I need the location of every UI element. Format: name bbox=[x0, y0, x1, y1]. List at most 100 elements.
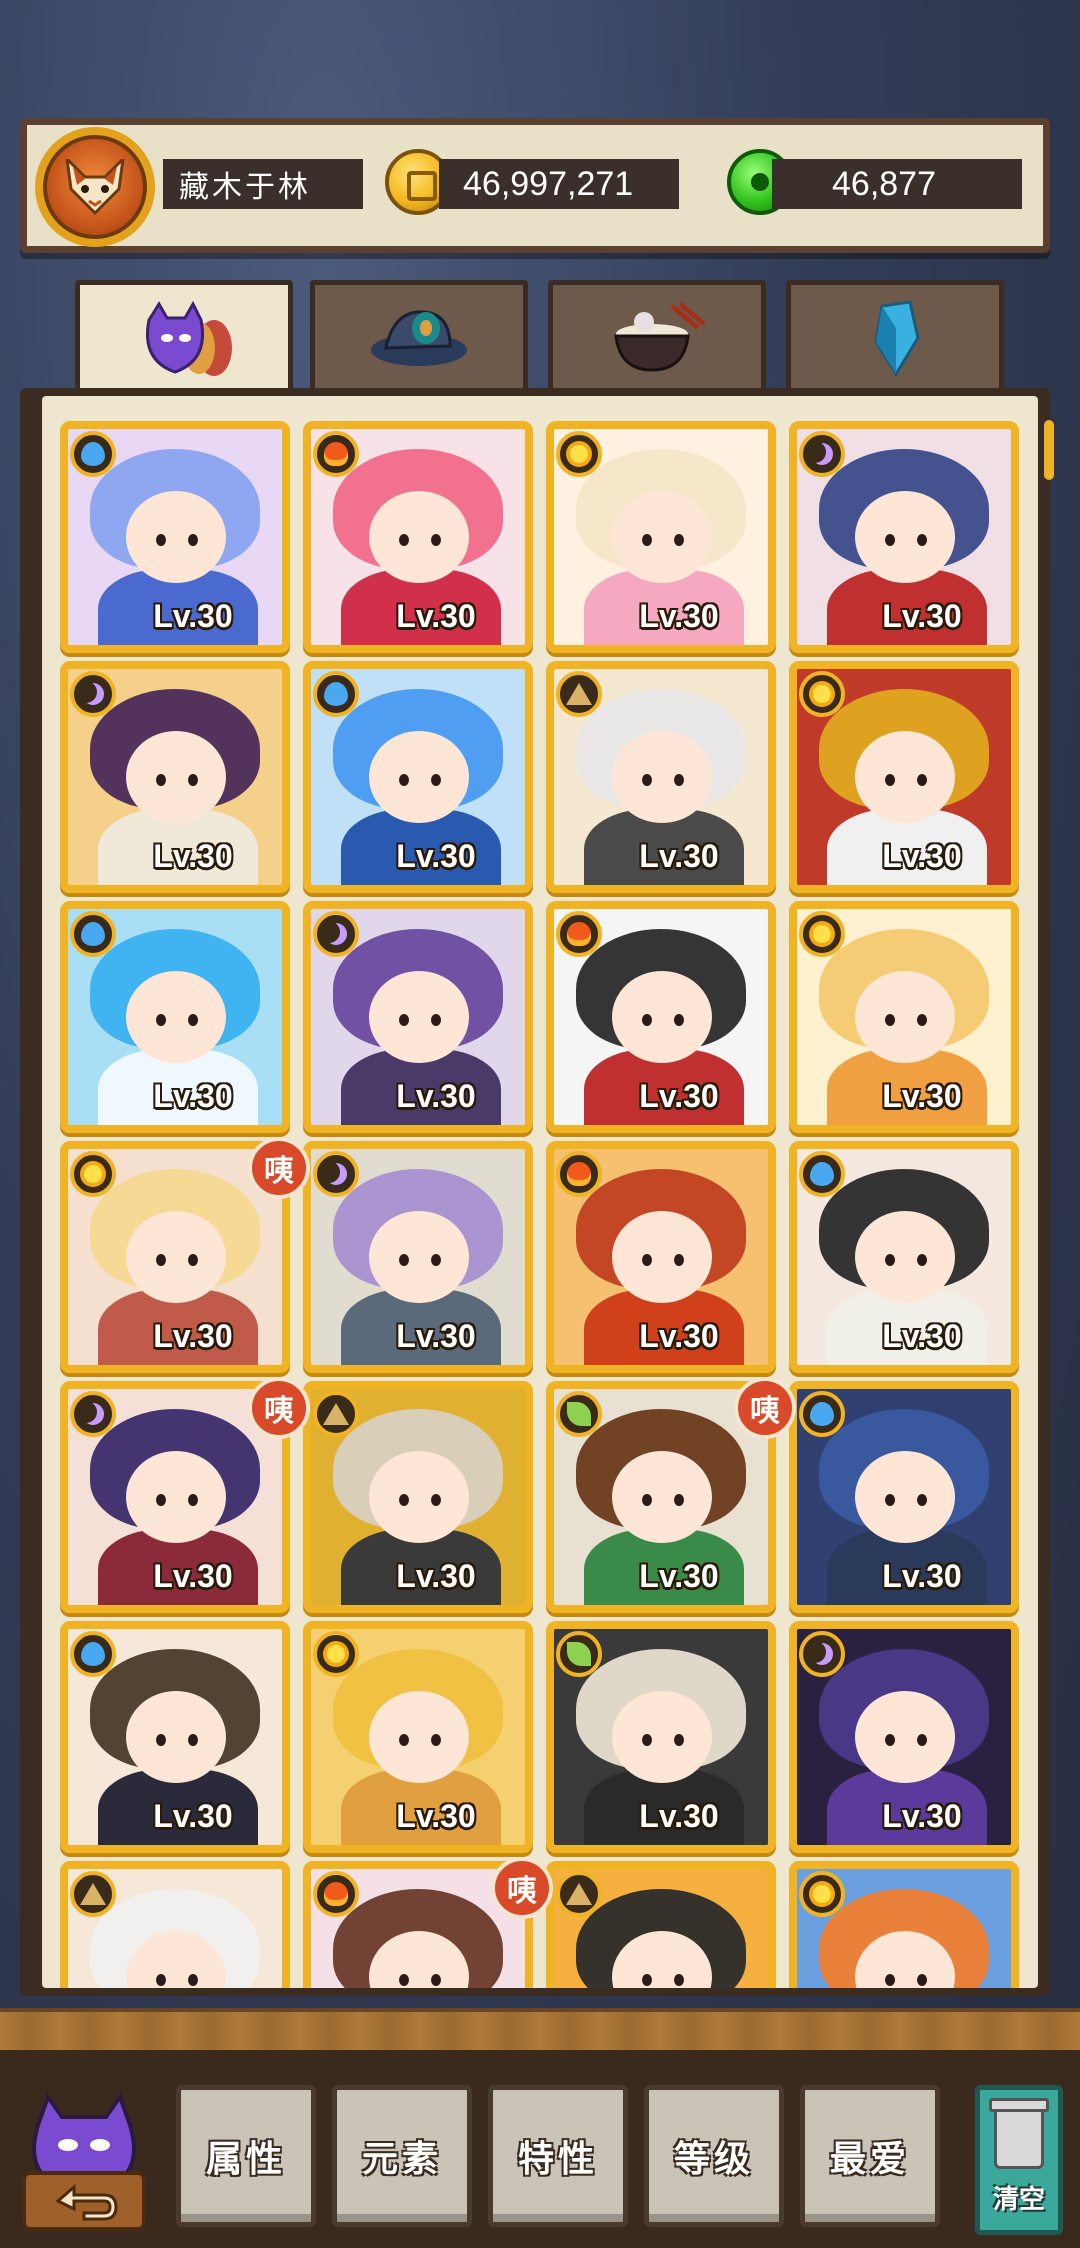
hero-eye bbox=[188, 534, 198, 546]
hero-eye bbox=[156, 1254, 166, 1266]
hero-card[interactable]: Lv.30 bbox=[789, 1861, 1019, 1988]
hero-eye bbox=[674, 1254, 684, 1266]
hero-level: Lv.30 bbox=[396, 1078, 476, 1114]
hero-card[interactable]: Lv.30 bbox=[546, 661, 776, 893]
hero-card[interactable]: Lv.30 bbox=[303, 1621, 533, 1853]
hero-face bbox=[126, 491, 226, 583]
hero-eye bbox=[917, 534, 927, 546]
hero-card[interactable]: Lv.30 bbox=[789, 1381, 1019, 1613]
element-light-icon bbox=[70, 1151, 116, 1197]
fire-glyph bbox=[324, 1882, 348, 1906]
hero-card[interactable]: Lv.30 bbox=[789, 1141, 1019, 1373]
clear-button[interactable]: 清空 bbox=[975, 2085, 1063, 2235]
hero-card[interactable]: Lv.30 bbox=[60, 1621, 290, 1853]
hero-card[interactable]: Lv.30 bbox=[60, 661, 290, 893]
hero-level: Lv.30 bbox=[153, 1558, 233, 1594]
fire-glyph bbox=[567, 922, 591, 946]
hero-face bbox=[369, 731, 469, 823]
hero-level: Lv.30 bbox=[639, 1558, 719, 1594]
tab-crystals[interactable] bbox=[786, 280, 1004, 390]
tab-heroes[interactable] bbox=[75, 280, 293, 395]
hero-card[interactable]: Lv.30 bbox=[789, 421, 1019, 653]
hero-card[interactable]: Lv.30 bbox=[303, 1381, 533, 1613]
hero-card[interactable]: Lv.30 bbox=[303, 1141, 533, 1373]
new-hero-badge: 咦 bbox=[491, 1857, 553, 1919]
element-fire-icon bbox=[556, 1151, 602, 1197]
hero-level: Lv.30 bbox=[153, 1318, 233, 1354]
fire-glyph bbox=[567, 1162, 591, 1186]
player-avatar[interactable] bbox=[35, 127, 155, 247]
tab-food[interactable] bbox=[548, 280, 766, 390]
light-glyph bbox=[327, 1645, 345, 1663]
hero-eye bbox=[156, 1494, 166, 1506]
hero-level: Lv.30 bbox=[639, 838, 719, 874]
hero-eye bbox=[917, 1734, 927, 1746]
light-glyph bbox=[84, 1165, 102, 1183]
jade-amount: 46,877 bbox=[772, 159, 1022, 209]
hero-card[interactable]: Lv.30 bbox=[60, 421, 290, 653]
hero-eye bbox=[674, 774, 684, 786]
hero-card[interactable]: Lv.30 bbox=[546, 1621, 776, 1853]
filter-attribute-button[interactable]: 属性 bbox=[176, 2085, 316, 2227]
back-button[interactable] bbox=[18, 2085, 150, 2233]
hero-level: Lv.30 bbox=[639, 598, 719, 634]
hero-eye bbox=[156, 1974, 166, 1986]
filter-trait-button[interactable]: 特性 bbox=[488, 2085, 628, 2227]
hero-eye bbox=[156, 1734, 166, 1746]
hero-card[interactable]: Lv.30 bbox=[546, 1861, 776, 1988]
hero-eye bbox=[431, 1494, 441, 1506]
water-glyph bbox=[81, 1642, 105, 1666]
hero-card[interactable]: Lv.30 bbox=[303, 901, 533, 1133]
filter-favorite-button[interactable]: 最爱 bbox=[800, 2085, 940, 2227]
hero-level: Lv.30 bbox=[639, 1798, 719, 1834]
hero-face bbox=[126, 1451, 226, 1543]
filter-level-button[interactable]: 等级 bbox=[644, 2085, 784, 2227]
hat-icon bbox=[371, 309, 467, 366]
tab-equipment[interactable] bbox=[310, 280, 528, 390]
hero-card[interactable]: Lv.30 bbox=[546, 901, 776, 1133]
dark-glyph bbox=[82, 683, 104, 705]
hero-eye bbox=[885, 1014, 895, 1026]
filter-element-button[interactable]: 元素 bbox=[332, 2085, 472, 2227]
hero-eye bbox=[431, 1974, 441, 1986]
hero-eye bbox=[156, 1014, 166, 1026]
hero-face bbox=[369, 1451, 469, 1543]
light-glyph bbox=[813, 925, 831, 943]
hero-eye bbox=[188, 774, 198, 786]
hero-face bbox=[369, 971, 469, 1063]
hero-face bbox=[855, 971, 955, 1063]
hero-card[interactable]: Lv.30 bbox=[60, 1861, 290, 1988]
element-earth-icon bbox=[556, 671, 602, 717]
hero-eye bbox=[431, 774, 441, 786]
hero-card[interactable]: Lv.30 bbox=[789, 1621, 1019, 1853]
wood-glyph bbox=[567, 1642, 591, 1666]
hero-level: Lv.30 bbox=[153, 838, 233, 874]
earth-glyph bbox=[80, 1883, 106, 1905]
hero-eye bbox=[431, 1734, 441, 1746]
hero-card[interactable]: Lv.30 bbox=[546, 1141, 776, 1373]
hero-face bbox=[612, 1691, 712, 1783]
hero-face bbox=[369, 491, 469, 583]
hero-face bbox=[855, 1211, 955, 1303]
hero-face bbox=[126, 1691, 226, 1783]
dark-glyph bbox=[325, 1163, 347, 1185]
hero-grid-container[interactable]: Lv.30 Lv.30 Lv.30 Lv.30 Lv.30 Lv.30 Lv.30 Lv.30… bbox=[42, 396, 1038, 1988]
hero-card[interactable]: Lv.30 bbox=[60, 901, 290, 1133]
new-hero-badge: 咦 bbox=[248, 1137, 310, 1199]
water-glyph bbox=[324, 682, 348, 706]
element-dark-icon bbox=[70, 671, 116, 717]
scrollbar[interactable] bbox=[1044, 420, 1054, 480]
hero-face bbox=[855, 1691, 955, 1783]
element-fire-icon bbox=[313, 431, 359, 477]
hero-card[interactable]: Lv.30 bbox=[303, 661, 533, 893]
hero-card[interactable]: Lv.30 bbox=[789, 901, 1019, 1133]
element-water-icon bbox=[799, 1151, 845, 1197]
hero-card[interactable]: Lv.30 bbox=[303, 421, 533, 653]
element-dark-icon bbox=[70, 1391, 116, 1437]
element-wood-icon bbox=[556, 1631, 602, 1677]
hero-card[interactable]: Lv.30 bbox=[789, 661, 1019, 893]
hero-card[interactable]: Lv.30 bbox=[546, 421, 776, 653]
element-light-icon bbox=[799, 1871, 845, 1917]
hero-level: Lv.30 bbox=[882, 598, 962, 634]
element-water-icon bbox=[799, 1391, 845, 1437]
